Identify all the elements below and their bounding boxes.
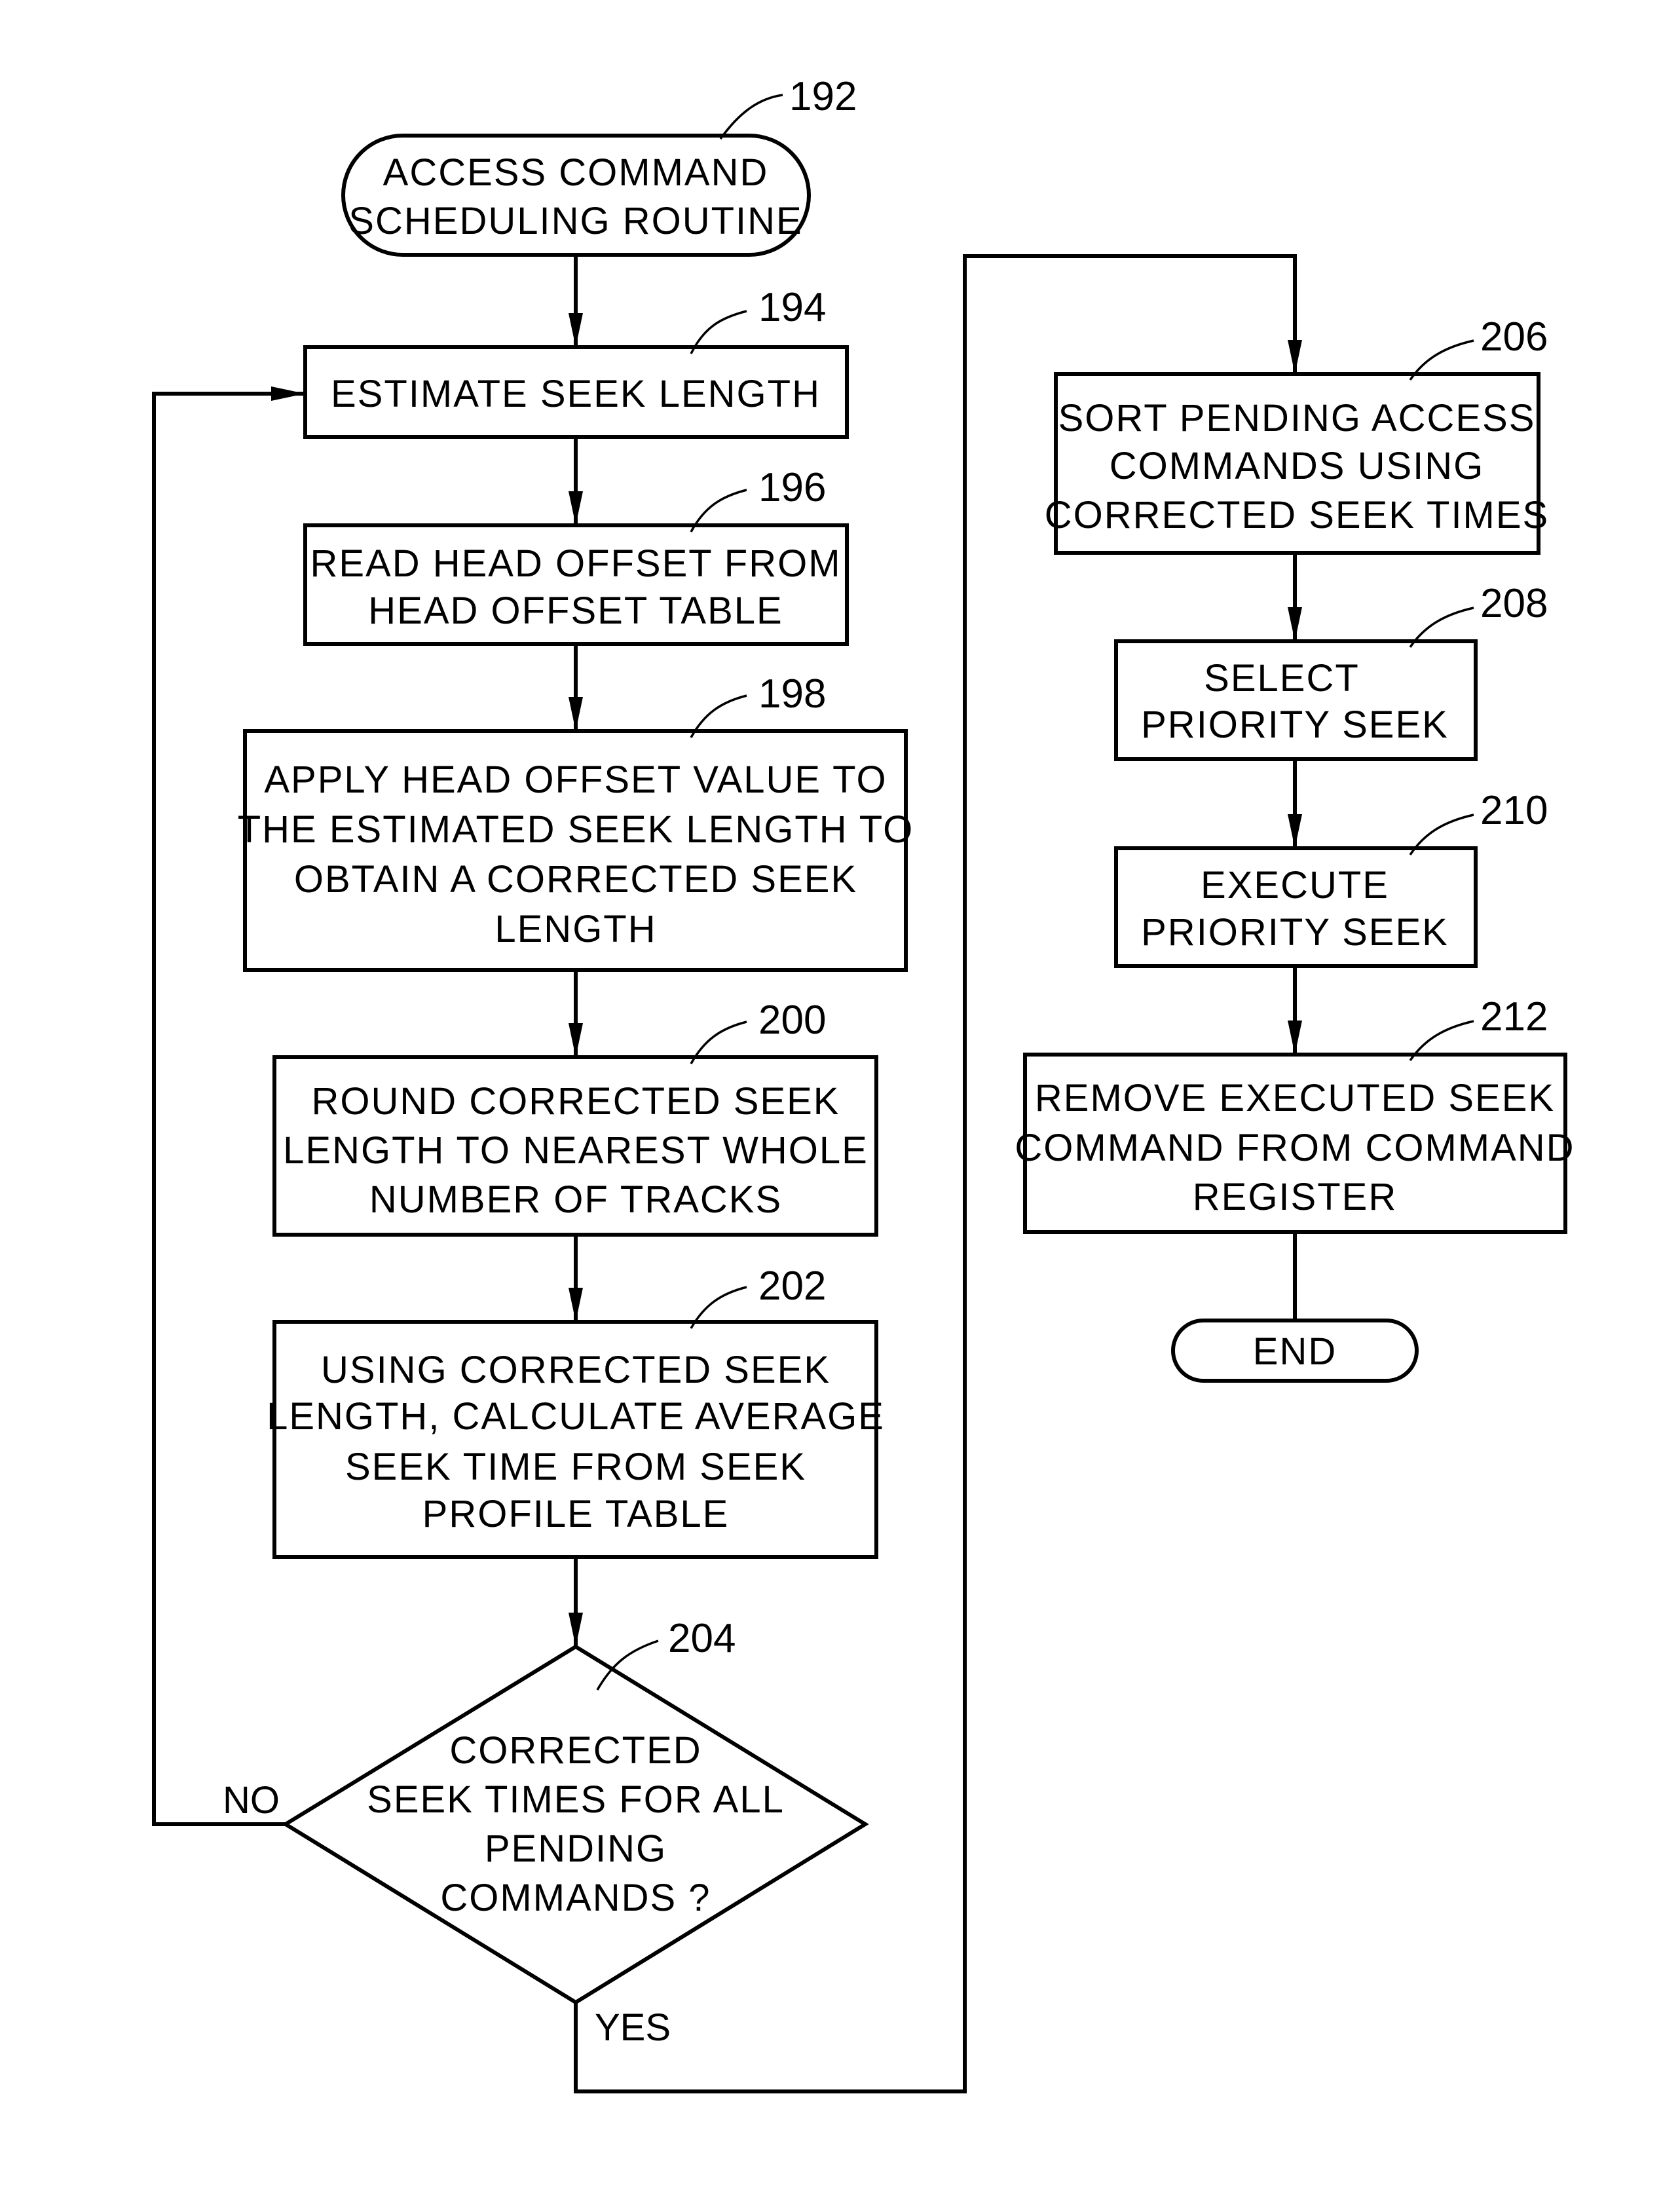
node-text-line: APPLY HEAD OFFSET VALUE TO (264, 758, 887, 801)
node-text-line: USING CORRECTED SEEK (321, 1349, 831, 1391)
node-text-line: REGISTER (1193, 1176, 1398, 1218)
node-text-line: LENGTH TO NEAREST WHOLE (283, 1129, 868, 1172)
reference-numeral: 202 (758, 1264, 826, 1309)
arrowhead-down-icon (1288, 607, 1302, 641)
process-box-210: EXECUTE PRIORITY SEEK 210 (1114, 788, 1548, 968)
node-text-line: ACCESS COMMAND (383, 151, 769, 194)
node-text-line: LENGTH (495, 908, 656, 950)
arrowhead-down-icon (569, 313, 583, 347)
reference-numeral: 194 (758, 285, 826, 330)
node-text-line: NUMBER OF TRACKS (369, 1178, 782, 1221)
decision-diamond-204: CORRECTED SEEK TIMES FOR ALL PENDING COM… (223, 1616, 869, 2049)
arrowhead-down-icon (1288, 340, 1302, 374)
leader-line (719, 94, 783, 140)
node-text-line: LENGTH, CALCULATE AVERAGE (267, 1395, 885, 1438)
node-text-line: SELECT (1204, 657, 1360, 700)
node-text-line: ESTIMATE SEEK LENGTH (331, 373, 821, 415)
flowchart-canvas: ACCESS COMMAND SCHEDULING ROUTINE 192 ES… (152, 74, 1575, 2093)
node-text-line: REMOVE EXECUTED SEEK (1035, 1077, 1555, 1119)
node-text-line: PRIORITY SEEK (1141, 911, 1449, 954)
arrowhead-right-icon (271, 386, 305, 401)
reference-numeral: 204 (668, 1616, 736, 1661)
node-text-line: PENDING (485, 1827, 667, 1870)
node-text-line: OBTAIN A CORRECTED SEEK (294, 858, 857, 901)
node-text-line: HEAD OFFSET TABLE (368, 590, 783, 632)
yes-branch-label: YES (595, 2006, 671, 2049)
node-text-line: CORRECTED (449, 1729, 701, 1772)
node-text-line: COMMANDS ? (440, 1877, 711, 1919)
reference-numeral: 196 (758, 465, 826, 510)
no-branch-label: NO (223, 1779, 280, 1822)
node-text-line: ROUND CORRECTED SEEK (312, 1080, 840, 1123)
node-text-line: EXECUTE (1201, 864, 1389, 907)
process-box-208: SELECT PRIORITY SEEK 208 (1114, 581, 1548, 761)
node-text-line: COMMANDS USING (1110, 445, 1485, 487)
node-text-line: PRIORITY SEEK (1141, 703, 1449, 746)
arrowhead-down-icon (569, 1023, 583, 1057)
reference-numeral: 210 (1480, 788, 1548, 833)
decision-shape (282, 1644, 869, 2005)
reference-numeral: 208 (1480, 581, 1548, 626)
reference-numeral: 198 (758, 671, 826, 717)
arrowhead-down-icon (569, 697, 583, 731)
node-text-line: SORT PENDING ACCESS (1058, 397, 1536, 440)
node-text-line: SEEK TIMES FOR ALL (367, 1778, 785, 1821)
node-text-line: PROFILE TABLE (422, 1493, 730, 1535)
arrowhead-down-icon (569, 1613, 583, 1647)
end-terminal: END (1171, 1319, 1419, 1383)
start-terminal: ACCESS COMMAND SCHEDULING ROUTINE 192 (341, 74, 857, 257)
node-text-line: THE ESTIMATED SEEK LENGTH TO (238, 808, 914, 851)
arrowhead-down-icon (569, 1288, 583, 1322)
reference-numeral: 192 (789, 74, 857, 119)
arrowhead-down-icon (1288, 814, 1302, 848)
node-text-line: COMMAND FROM COMMAND (1015, 1127, 1575, 1169)
node-text-line: END (1253, 1330, 1337, 1373)
reference-numeral: 212 (1480, 994, 1548, 1039)
arrowhead-down-icon (1288, 1021, 1302, 1055)
reference-numeral: 200 (758, 998, 826, 1043)
arrowhead-down-icon (569, 491, 583, 525)
node-text-line: CORRECTED SEEK TIMES (1045, 494, 1550, 536)
node-text-line: READ HEAD OFFSET FROM (310, 542, 841, 585)
node-text-line: SCHEDULING ROUTINE (348, 200, 802, 242)
node-text-line: SEEK TIME FROM SEEK (345, 1446, 806, 1488)
reference-numeral: 206 (1480, 314, 1548, 360)
